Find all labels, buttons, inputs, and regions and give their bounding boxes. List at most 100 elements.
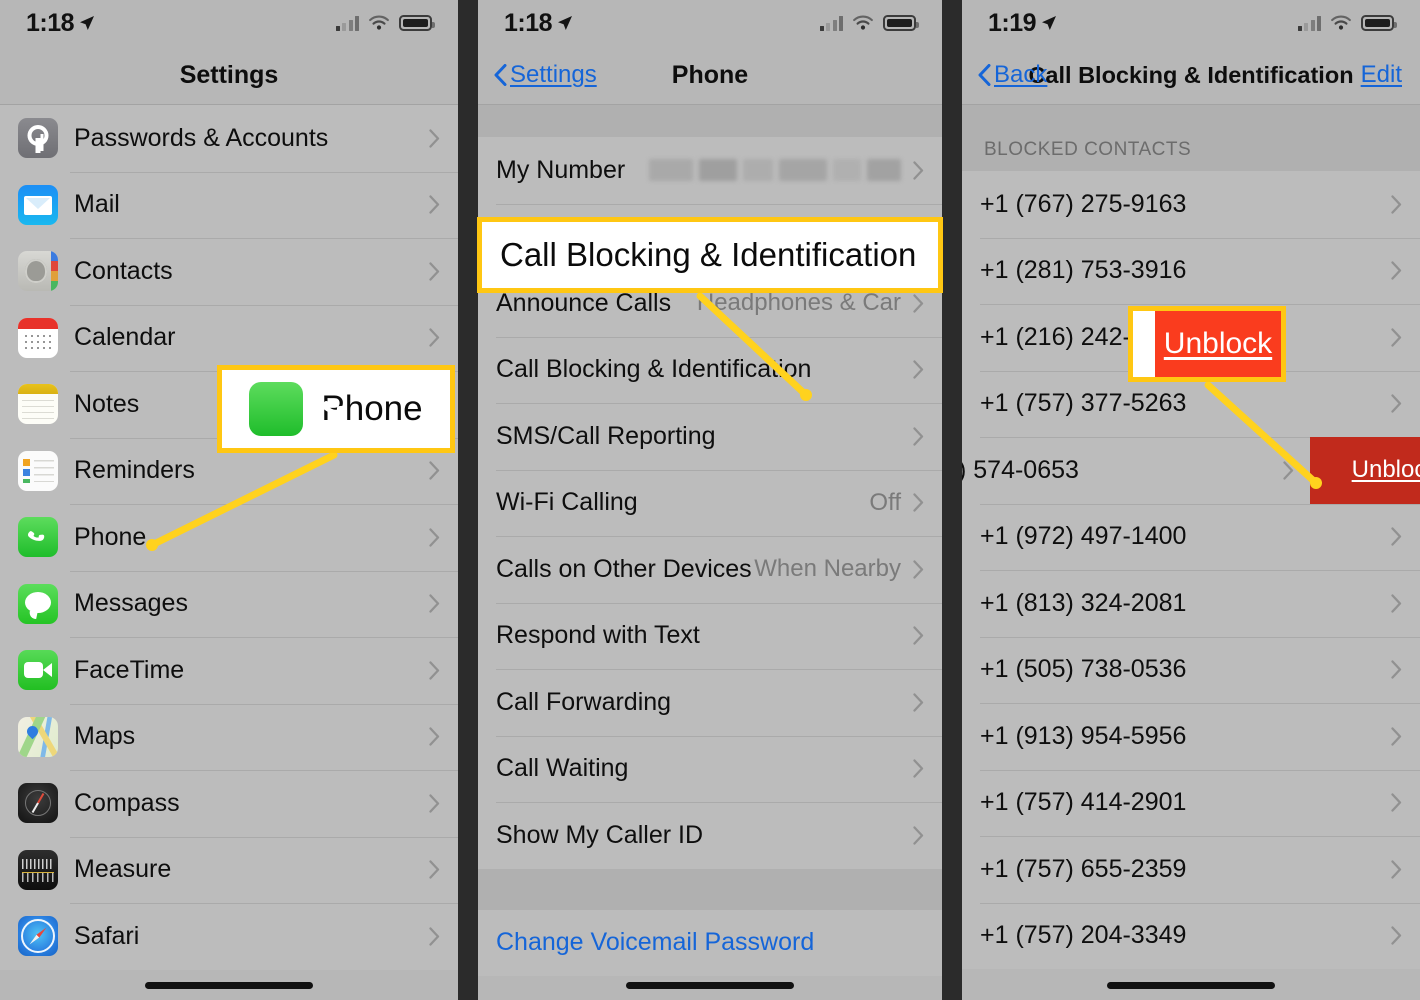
sidebar-item-measure[interactable]: Measure (0, 836, 458, 904)
chevron-right-icon (429, 195, 440, 214)
table-row[interactable]: +1 (757) 655-2359 (962, 836, 1420, 903)
calendar-icon (18, 317, 58, 358)
chevron-right-icon (913, 560, 924, 579)
sidebar-item-facetime[interactable]: FaceTime (0, 637, 458, 704)
location-arrow-icon (80, 16, 95, 30)
chevron-right-icon (429, 794, 440, 813)
row-sms-call-reporting[interactable]: SMS/Call Reporting (478, 403, 942, 470)
row-value: Off (869, 488, 901, 516)
chevron-left-icon (978, 64, 991, 86)
location-arrow-icon (558, 16, 573, 30)
blocking-nav-bar: Back Call Blocking & Identification Edit (962, 46, 1420, 105)
chevron-right-icon (913, 626, 924, 645)
chevron-right-icon (913, 360, 924, 379)
phone-app-icon (249, 382, 345, 436)
sidebar-item-passwords[interactable]: Passwords & Accounts (0, 105, 458, 172)
row-value: When Nearby (754, 555, 901, 583)
chevron-right-icon (1391, 926, 1402, 945)
sidebar-item-maps[interactable]: Maps (0, 703, 458, 771)
row-label: Calendar (74, 323, 176, 352)
row-call-waiting[interactable]: Call Waiting (478, 735, 942, 803)
row-label: Calls on Other Devices (496, 554, 752, 583)
row-label: Wi-Fi Calling (496, 488, 638, 517)
row-wifi-calling[interactable]: Wi-Fi Calling Off (478, 469, 942, 537)
blocked-number: +1 (757) 414-2901 (980, 788, 1187, 817)
phone-icon (18, 517, 58, 558)
chevron-right-icon (1391, 660, 1402, 679)
sidebar-item-mail[interactable]: Mail (0, 171, 458, 239)
callout-phone-app: Phone (217, 365, 455, 453)
status-bar: 1:18 (0, 0, 458, 46)
table-row[interactable]: +1 (767) 275-9163 (962, 171, 1420, 238)
table-row[interactable]: +1 (813) 324-2081 (962, 570, 1420, 637)
blocked-number: +1 (505) 738-0536 (980, 655, 1187, 684)
status-bar-right (1297, 15, 1397, 32)
blocked-number: +1 (972) 497-1400 (980, 522, 1187, 551)
sidebar-item-messages[interactable]: Messages (0, 570, 458, 638)
reminders-icon (18, 450, 58, 491)
back-button-label: Settings (510, 61, 597, 88)
table-row[interactable]: +1 (913) 954-5956 (962, 703, 1420, 770)
back-button-label: Back (994, 61, 1048, 88)
table-row[interactable]: +1 (757) 204-3349 (962, 902, 1420, 970)
chevron-right-icon (429, 262, 440, 281)
sidebar-item-contacts[interactable]: Contacts (0, 238, 458, 305)
wifi-icon (1331, 15, 1351, 30)
home-indicator (1107, 982, 1275, 989)
chevron-right-icon (429, 927, 440, 946)
chevron-right-icon (913, 759, 924, 778)
blocked-contacts-list: +1 (767) 275-9163 +1 (281) 753-3916 +1 (… (962, 171, 1420, 969)
chevron-right-icon (429, 860, 440, 879)
sidebar-item-phone[interactable]: Phone (0, 504, 458, 571)
status-time: 1:18 (26, 8, 75, 37)
chevron-right-icon (429, 528, 440, 547)
row-label: Maps (74, 722, 136, 751)
chevron-right-icon (1391, 594, 1402, 613)
settings-list: Passwords & Accounts Mail Contacts Calen… (0, 105, 458, 970)
chevron-right-icon (913, 294, 924, 313)
row-label: Messages (74, 589, 188, 618)
mail-icon (18, 184, 58, 225)
table-row[interactable]: +1 (281) 753-3916 (962, 237, 1420, 305)
back-button[interactable]: Back (978, 61, 1047, 89)
table-row[interactable]: +1 (505) 738-0536 (962, 636, 1420, 704)
status-bar-left: 1:18 (504, 9, 573, 38)
measure-icon (18, 849, 58, 890)
row-label: SMS/Call Reporting (496, 421, 716, 450)
table-row[interactable]: +1 (757) 414-2901 (962, 769, 1420, 837)
change-voicemail-password-link[interactable]: Change Voicemail Password (478, 909, 942, 976)
cellular-signal-icon (1297, 15, 1321, 31)
edit-button[interactable]: Edit (1361, 61, 1402, 89)
row-calls-other-devices[interactable]: Calls on Other Devices When Nearby (478, 536, 942, 603)
chevron-right-icon (913, 161, 924, 180)
list-bottom-gap (478, 868, 942, 910)
chevron-right-icon (913, 826, 924, 845)
row-label: Reminders (74, 456, 195, 485)
table-row-swiped[interactable]: ) 574-0653 Unblock (962, 437, 1420, 504)
sidebar-item-compass[interactable]: Compass (0, 770, 458, 837)
row-show-my-caller-id[interactable]: Show My Caller ID (478, 802, 942, 869)
chevron-right-icon (429, 461, 440, 480)
settings-panel: 1:18 Settings Passwords & Accounts Mail … (0, 0, 458, 1000)
back-button[interactable]: Settings (494, 61, 597, 89)
phone-nav-bar: Settings Phone (478, 46, 942, 105)
row-call-forwarding[interactable]: Call Forwarding (478, 669, 942, 736)
sidebar-item-safari[interactable]: Safari (0, 903, 458, 970)
section-header-blocked-contacts: BLOCKED CONTACTS (962, 105, 1420, 171)
row-label: Safari (74, 921, 140, 950)
table-row[interactable]: +1 (972) 497-1400 (962, 503, 1420, 571)
chevron-right-icon (429, 727, 440, 746)
status-time: 1:18 (504, 8, 553, 37)
row-call-blocking-identification[interactable]: Call Blocking & Identification (478, 336, 942, 404)
blocked-number: +1 (757) 377-5263 (980, 389, 1187, 418)
passwords-icon (18, 118, 58, 159)
row-respond-with-text[interactable]: Respond with Text (478, 602, 942, 670)
messages-icon (18, 583, 58, 624)
sidebar-item-calendar[interactable]: Calendar (0, 304, 458, 372)
row-label: Respond with Text (496, 621, 700, 650)
chevron-right-icon (1391, 195, 1402, 214)
row-label: Mail (74, 190, 120, 219)
unblock-swipe-action[interactable]: Unblock (1310, 437, 1420, 504)
row-my-number[interactable]: My Number (478, 137, 942, 204)
chevron-right-icon (1391, 793, 1402, 812)
